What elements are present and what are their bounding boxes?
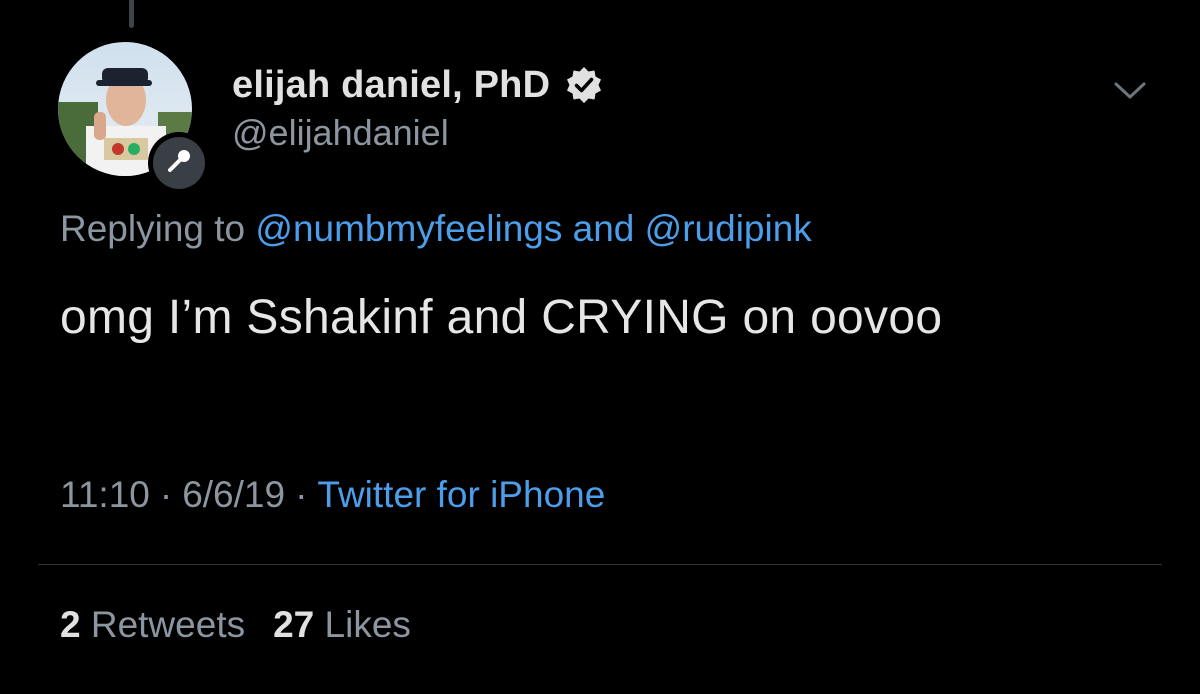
replying-to-label: Replying to [60,208,246,249]
microphone-icon [165,147,193,180]
author-name-row[interactable]: elijah daniel, PhD [232,60,604,110]
retweets-stat[interactable]: 2 Retweets [60,604,245,645]
meta-separator: · [295,474,308,515]
reply-conjunction[interactable]: and [573,208,635,249]
chevron-down-icon[interactable] [1112,78,1148,102]
author-display-name[interactable]: elijah daniel, PhD [232,64,550,107]
retweets-label: Retweets [90,604,246,645]
divider [38,564,1162,565]
microphone-badge [148,132,210,194]
replying-to-line: Replying to @numbmyfeelings and @rudipin… [60,208,812,250]
mention-link[interactable]: @numbmyfeelings [255,208,562,249]
tweet-time: 11:10 [60,474,150,515]
thread-connector-line [129,0,134,28]
tweet-stats: 2 Retweets 27 Likes [60,604,411,646]
likes-count: 27 [273,604,315,645]
tweet-date: 6/6/19 [182,474,286,515]
likes-stat[interactable]: 27 Likes [273,604,411,645]
author-handle[interactable]: @elijahdaniel [232,112,449,154]
tweet-source-link[interactable]: Twitter for iPhone [317,474,605,515]
likes-label: Likes [324,604,411,645]
mention-link[interactable]: @rudipink [645,208,812,249]
tweet-text: omg I’m Sshakinf and CRYING on oovoo [60,291,943,344]
tweet-meta: 11:10 · 6/6/19 · Twitter for iPhone [60,474,605,516]
meta-separator: · [159,474,173,515]
verified-badge-icon [564,65,604,105]
retweets-count: 2 [60,604,81,645]
